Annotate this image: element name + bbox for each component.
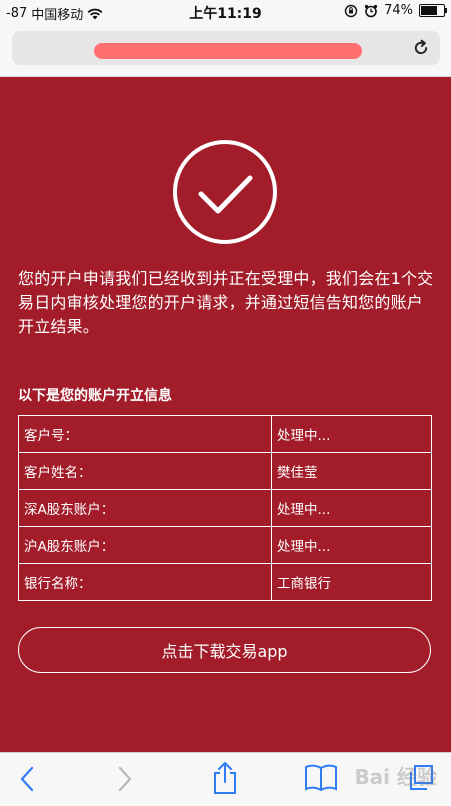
back-icon[interactable] [18,765,36,793]
account-info-table: 客户号： 处理中... 客户姓名： 樊佳莹 深A股东账户： 处理中... 沪A股… [18,415,432,601]
browser-address-area [0,24,451,77]
battery-level [421,6,437,15]
value-customer-id: 处理中... [271,415,432,453]
baidu-jingyan-watermark: Bai 经验 [354,765,437,789]
bookmarks-icon[interactable] [304,763,338,791]
confirmation-message: 您的开户申请我们已经收到并正在受理中，我们会在1个交易日内审核处理您的开户请求，… [18,269,434,336]
value-customer-name: 樊佳莹 [271,452,432,490]
rotation-lock-icon [344,4,358,17]
alarm-icon [364,4,378,17]
label-customer-id: 客户号： [18,415,272,453]
label-customer-name: 客户姓名： [18,452,272,490]
battery-percent: 74% [384,3,413,18]
value-shanghai-a-account: 处理中... [271,526,432,564]
value-shenzhen-a-account: 处理中... [271,489,432,527]
label-bank-name: 银行名称： [18,563,272,601]
value-bank-name: 工商银行 [271,563,432,601]
table-row: 客户姓名： 樊佳莹 [18,452,432,490]
table-row: 客户号： 处理中... [18,415,432,453]
download-app-button[interactable]: 点击下载交易app [18,627,431,673]
share-icon[interactable] [212,761,238,795]
redacted-url [94,43,362,59]
forward-icon[interactable] [116,765,134,793]
battery-icon [419,4,447,17]
browser-toolbar: Bai 经验 [0,752,451,806]
reload-icon[interactable] [412,39,430,57]
address-bar[interactable] [12,31,440,65]
page-content: 您的开户申请我们已经收到并正在受理中，我们会在1个交易日内审核处理您的开户请求，… [0,77,451,752]
status-bar: -87 中国移动 上午11:19 74% [0,0,451,24]
account-info-title: 以下是您的账户开立信息 [18,388,172,404]
success-check-icon [173,140,277,244]
label-shanghai-a-account: 沪A股东账户： [18,526,272,564]
table-row: 深A股东账户： 处理中... [18,489,432,527]
table-row: 沪A股东账户： 处理中... [18,526,432,564]
status-right: 74% [344,3,447,18]
table-row: 银行名称： 工商银行 [18,563,432,601]
label-shenzhen-a-account: 深A股东账户： [18,489,272,527]
